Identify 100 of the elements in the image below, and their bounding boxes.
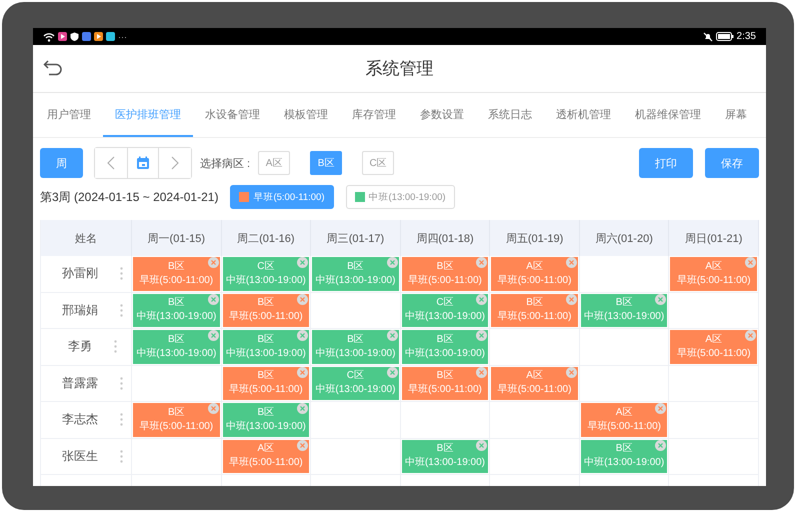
shift-block[interactable]: B区 中班(13:00-19:00) bbox=[580, 440, 668, 473]
close-icon[interactable] bbox=[208, 330, 219, 341]
close-icon[interactable] bbox=[208, 294, 219, 304]
zone-text: B区 bbox=[347, 334, 364, 346]
more-icon[interactable] bbox=[114, 340, 117, 354]
shift-block[interactable]: B区 中班(13:00-19:00) bbox=[402, 330, 488, 364]
shift-block[interactable]: B区 中班(13:00-19:00) bbox=[580, 294, 668, 327]
close-icon[interactable] bbox=[297, 366, 308, 378]
column-header: 周日(01-21) bbox=[669, 220, 759, 256]
close-icon[interactable] bbox=[566, 294, 577, 304]
shift-block[interactable]: A区 早班(5:00-11:00) bbox=[491, 257, 578, 290]
column-header: 周五(01-19) bbox=[490, 220, 580, 256]
tab[interactable]: 模板管理 bbox=[272, 93, 340, 137]
shift-block[interactable]: B区 中班(13:00-19:00) bbox=[222, 403, 310, 436]
close-icon[interactable] bbox=[655, 440, 666, 450]
close-icon[interactable] bbox=[744, 330, 756, 341]
shift-block[interactable]: A区 早班(5:00-11:00) bbox=[491, 366, 578, 400]
zone-button[interactable]: C区 bbox=[362, 151, 394, 175]
zone-label: 选择病区 : bbox=[200, 156, 250, 170]
close-icon[interactable] bbox=[476, 440, 488, 450]
tab[interactable]: 库存管理 bbox=[340, 93, 408, 137]
action-button[interactable]: 保存 bbox=[705, 148, 759, 178]
tab[interactable]: 透析机管理 bbox=[544, 93, 623, 137]
back-button[interactable] bbox=[43, 58, 63, 76]
close-icon[interactable] bbox=[744, 257, 756, 268]
week-range: 第3周 (2024-01-15 ~ 2024-01-21) bbox=[40, 188, 218, 206]
close-icon[interactable] bbox=[386, 257, 398, 268]
close-icon[interactable] bbox=[476, 257, 488, 268]
action-button[interactable]: 打印 bbox=[639, 148, 693, 178]
shift-text: 中班(13:00-19:00) bbox=[226, 348, 306, 360]
clock-time: 2:35 bbox=[736, 31, 756, 42]
close-icon[interactable] bbox=[208, 403, 219, 414]
shift-text: 中班(13:00-19:00) bbox=[315, 384, 396, 396]
zone-button[interactable]: A区 bbox=[258, 151, 290, 175]
close-icon[interactable] bbox=[297, 330, 308, 341]
calendar-button[interactable] bbox=[127, 148, 159, 178]
close-icon[interactable] bbox=[476, 294, 488, 304]
shift-filter[interactable]: 中班(13:00-19:00) bbox=[346, 185, 455, 209]
close-icon[interactable] bbox=[208, 257, 219, 268]
close-icon[interactable] bbox=[297, 294, 308, 304]
zone-text: B区 bbox=[436, 334, 454, 346]
tab[interactable]: 屏幕 bbox=[713, 93, 759, 137]
shift-block[interactable]: A区 早班(5:00-11:00) bbox=[580, 403, 668, 436]
shift-text: 中班(13:00-19:00) bbox=[584, 457, 664, 470]
tab[interactable]: 系统日志 bbox=[476, 93, 544, 137]
tab[interactable]: 参数设置 bbox=[408, 93, 476, 137]
more-icon[interactable] bbox=[120, 304, 123, 317]
shift-block[interactable]: B区 早班(5:00-11:00) bbox=[222, 366, 310, 400]
shift-block[interactable]: B区 早班(5:00-11:00) bbox=[222, 294, 310, 327]
tab[interactable]: 水设备管理 bbox=[193, 93, 272, 137]
close-icon[interactable] bbox=[386, 366, 398, 378]
close-icon[interactable] bbox=[297, 257, 308, 268]
shift-block[interactable]: B区 中班(13:00-19:00) bbox=[312, 330, 399, 364]
tab[interactable]: 机器维保管理 bbox=[623, 93, 713, 137]
week-view-button[interactable]: 周 bbox=[40, 148, 83, 178]
shift-block[interactable]: A区 早班(5:00-11:00) bbox=[670, 257, 757, 290]
shift-text: 中班(13:00-19:00) bbox=[315, 348, 396, 360]
close-icon[interactable] bbox=[655, 294, 666, 304]
shift-block[interactable]: A区 早班(5:00-11:00) bbox=[222, 440, 310, 473]
shift-block[interactable]: B区 早班(5:00-11:00) bbox=[402, 366, 488, 400]
shift-block[interactable]: B区 早班(5:00-11:00) bbox=[133, 403, 220, 436]
shift-block[interactable]: B区 早班(5:00-11:00) bbox=[402, 257, 488, 290]
shift-block[interactable]: B区 中班(13:00-19:00) bbox=[133, 294, 220, 327]
shift-block[interactable]: B区 早班(5:00-11:00) bbox=[491, 294, 578, 327]
shift-text: 中班(13:00-19:00) bbox=[404, 311, 486, 324]
shift-block[interactable]: A区 早班(5:00-11:00) bbox=[670, 330, 757, 364]
zone-text: A区 bbox=[526, 370, 543, 382]
close-icon[interactable] bbox=[655, 403, 666, 414]
shift-block[interactable]: B区 中班(13:00-19:00) bbox=[133, 330, 220, 364]
close-icon[interactable] bbox=[566, 257, 577, 268]
staff-name: 孙雷刚 bbox=[62, 265, 98, 282]
close-icon[interactable] bbox=[566, 366, 577, 378]
page-title: 系统管理 bbox=[366, 58, 434, 80]
more-icon[interactable] bbox=[120, 413, 123, 426]
close-icon[interactable] bbox=[476, 330, 488, 341]
more-icon[interactable] bbox=[120, 450, 123, 463]
zone-button[interactable]: B区 bbox=[310, 151, 342, 175]
tab[interactable]: 用户管理 bbox=[35, 93, 103, 137]
shift-block[interactable]: B区 早班(5:00-11:00) bbox=[133, 257, 220, 290]
shift-block[interactable]: B区 中班(13:00-19:00) bbox=[402, 440, 488, 473]
staff-name: 邢瑞娟 bbox=[62, 302, 98, 319]
shift-block[interactable]: C区 中班(13:00-19:00) bbox=[402, 294, 488, 327]
more-icon[interactable] bbox=[120, 376, 123, 390]
zone-text: B区 bbox=[168, 406, 185, 419]
shift-filter[interactable]: 早班(5:00-11:00) bbox=[230, 185, 334, 209]
shift-block[interactable]: C区 中班(13:00-19:00) bbox=[222, 257, 310, 290]
shift-text: 中班(13:00-19:00) bbox=[226, 420, 306, 433]
shift-block[interactable]: C区 中班(13:00-19:00) bbox=[312, 366, 399, 400]
staff-name: 李勇 bbox=[68, 338, 92, 356]
shift-text: 早班(5:00-11:00) bbox=[676, 274, 751, 287]
close-icon[interactable] bbox=[386, 330, 398, 341]
close-icon[interactable] bbox=[297, 440, 308, 450]
more-icon[interactable] bbox=[120, 267, 123, 280]
tab[interactable]: 医护排班管理 bbox=[103, 93, 193, 137]
zone-text: B区 bbox=[258, 297, 274, 310]
shift-block[interactable]: B区 中班(13:00-19:00) bbox=[222, 330, 310, 364]
shift-block[interactable]: B区 中班(13:00-19:00) bbox=[312, 257, 399, 290]
close-icon[interactable] bbox=[476, 366, 488, 378]
mute-icon bbox=[702, 32, 713, 42]
close-icon[interactable] bbox=[297, 403, 308, 414]
